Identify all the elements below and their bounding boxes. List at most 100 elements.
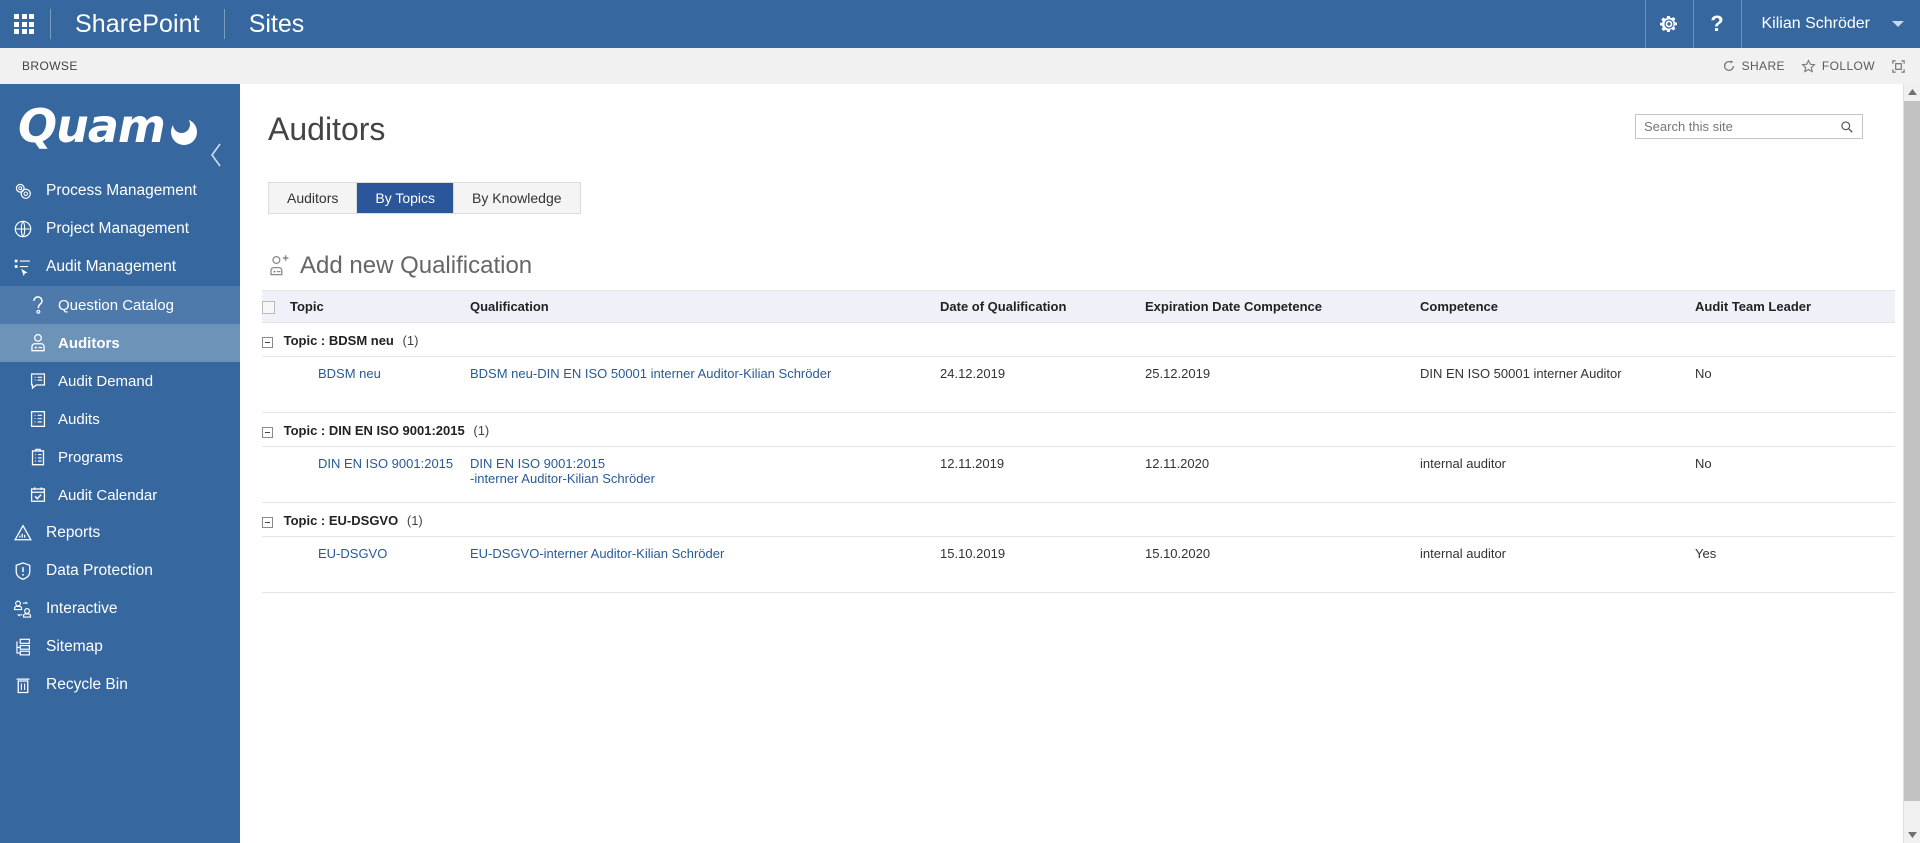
tab-by-topics[interactable]: By Topics <box>357 183 455 214</box>
sidebar-item-label: Reports <box>46 524 101 541</box>
sidebar-item-label: Interactive <box>46 600 118 617</box>
qualification-link[interactable]: DIN EN ISO 9001:2015 -interner Auditor-K… <box>470 456 655 486</box>
table-header: Topic Qualification Date of Qualificatio… <box>262 290 1895 324</box>
column-header-date-of-qualification[interactable]: Date of Qualification <box>940 290 1145 324</box>
share-button[interactable]: SHARE <box>1722 59 1785 73</box>
qualification-link[interactable]: BDSM neu-DIN EN ISO 50001 interner Audit… <box>470 366 831 381</box>
search-icon[interactable] <box>1832 120 1862 134</box>
column-header-competence[interactable]: Competence <box>1420 290 1695 324</box>
sidebar-item-reports[interactable]: Reports <box>0 514 240 552</box>
sidebar-item-project-management[interactable]: Project Management <box>0 210 240 248</box>
topic-link[interactable]: DIN EN ISO 9001:2015 <box>318 456 453 471</box>
person-badge-icon <box>18 332 58 354</box>
sidebar-item-question-catalog[interactable]: Question Catalog <box>0 286 240 324</box>
app-launcher-button[interactable] <box>0 0 48 48</box>
group-header-cell: Topic : EU-DSGVO (1) <box>262 502 1895 537</box>
sites-link[interactable]: Sites <box>227 10 327 39</box>
sidebar-item-audits[interactable]: Audits <box>0 400 240 438</box>
group-header-row[interactable]: Topic : EU-DSGVO (1) <box>262 502 1895 537</box>
sidebar-items: Process Management Project Management Au… <box>0 172 240 704</box>
sidebar-item-label: Audit Demand <box>58 372 154 390</box>
minus-box-icon[interactable] <box>262 426 273 438</box>
sidebar-item-label: Programs <box>58 448 124 466</box>
suite-bar: SharePoint Sites ? Kilian Schröder <box>0 0 1920 48</box>
scroll-up-arrow-icon[interactable] <box>1904 84 1920 101</box>
cell-audit-team-leader: Yes <box>1695 536 1895 594</box>
column-header-topic[interactable]: Topic <box>290 290 470 324</box>
sidebar-item-data-protection[interactable]: Data Protection <box>0 552 240 590</box>
scrollbar-thumb[interactable] <box>1904 101 1920 801</box>
group-header-row[interactable]: Topic : BDSM neu (1) <box>262 322 1895 357</box>
tab-browse[interactable]: BROWSE <box>0 59 78 73</box>
suite-divider-2 <box>223 9 225 39</box>
table-row[interactable]: BDSM neu BDSM neu-DIN EN ISO 50001 inter… <box>262 356 1895 414</box>
column-header-audit-team-leader[interactable]: Audit Team Leader <box>1695 290 1895 324</box>
sidebar-item-audit-calendar[interactable]: Audit Calendar <box>0 476 240 514</box>
table-row[interactable]: DIN EN ISO 9001:2015 DIN EN ISO 9001:201… <box>262 446 1895 504</box>
topic-link[interactable]: BDSM neu <box>318 366 381 381</box>
focus-on-content-icon <box>1892 59 1905 73</box>
row-checkbox-cell[interactable] <box>262 356 290 414</box>
column-header-qualification[interactable]: Qualification <box>470 290 940 324</box>
cell-competence: DIN EN ISO 50001 interner Auditor <box>1420 356 1695 414</box>
sidebar-item-auditors[interactable]: Auditors <box>0 324 240 362</box>
table-row[interactable]: EU-DSGVO EU-DSGVO-interner Auditor-Kilia… <box>262 536 1895 594</box>
topic-link[interactable]: EU-DSGVO <box>318 546 387 561</box>
minus-box-icon[interactable] <box>262 516 273 528</box>
sidebar-item-label: Question Catalog <box>58 296 174 314</box>
cell-date-of-qualification: 15.10.2019 <box>940 536 1145 594</box>
search-box[interactable] <box>1635 114 1863 139</box>
focus-on-content-button[interactable] <box>1891 59 1906 74</box>
chevron-left-icon <box>211 143 221 167</box>
user-menu[interactable]: Kilian Schröder <box>1740 0 1920 48</box>
sidebar-item-recycle-bin[interactable]: Recycle Bin <box>0 666 240 704</box>
sidebar-item-process-management[interactable]: Process Management <box>0 172 240 210</box>
table-body: Topic : BDSM neu (1) BDSM neu BDSM neu-D… <box>262 322 1895 594</box>
checkbox-unchecked-icon[interactable] <box>262 301 275 315</box>
page-scrollbar[interactable] <box>1903 84 1920 843</box>
row-checkbox-cell[interactable] <box>262 446 290 504</box>
gear-icon <box>1660 16 1677 32</box>
sidebar-item-audit-management[interactable]: Audit Management <box>0 248 240 286</box>
cell-competence: internal auditor <box>1420 536 1695 594</box>
qualifications-table-wrapper: Topic Qualification Date of Qualificatio… <box>240 290 1905 594</box>
sidebar-item-label: Audit Management <box>46 258 177 275</box>
cell-expiration-date: 12.11.2020 <box>1145 446 1420 504</box>
scroll-down-arrow-icon[interactable] <box>1904 826 1920 843</box>
cell-expiration-date: 15.10.2020 <box>1145 536 1420 594</box>
cell-topic: BDSM neu <box>290 356 470 414</box>
add-new-qualification-button[interactable]: Add new Qualification <box>268 252 1905 280</box>
group-count: (1) <box>406 513 423 529</box>
quam-circle-mark-icon <box>170 116 201 149</box>
sharepoint-brand[interactable]: SharePoint <box>53 10 222 39</box>
minus-box-icon[interactable] <box>262 336 273 348</box>
tab-auditors[interactable]: Auditors <box>269 183 358 214</box>
app-launcher-icon <box>14 14 34 34</box>
follow-button[interactable]: FOLLOW <box>1801 58 1875 74</box>
settings-button[interactable] <box>1644 0 1693 48</box>
sidebar-collapse-button[interactable] <box>202 140 232 170</box>
people-exchange-icon <box>0 598 46 620</box>
sidebar-item-audit-demand[interactable]: Audit Demand <box>0 362 240 400</box>
user-name: Kilian Schröder <box>1761 15 1871 32</box>
list-speech-icon <box>18 370 58 392</box>
column-header-expiration-date-competence[interactable]: Expiration Date Competence <box>1145 290 1420 324</box>
tab-by-knowledge[interactable]: By Knowledge <box>454 183 580 214</box>
sidebar-item-sitemap[interactable]: Sitemap <box>0 628 240 666</box>
audit-list-cursor-icon <box>0 256 46 278</box>
sidebar-item-programs[interactable]: Programs <box>0 438 240 476</box>
sidebar-item-label: Data Protection <box>46 562 153 579</box>
sidebar-item-interactive[interactable]: Interactive <box>0 590 240 628</box>
globe-folder-icon <box>0 218 46 240</box>
qualification-link[interactable]: EU-DSGVO-interner Auditor-Kilian Schröde… <box>470 546 724 561</box>
suite-divider-1 <box>50 9 51 39</box>
left-navigation: Quam Process Management Project Manageme… <box>0 84 240 843</box>
quam-logo-text: Quam <box>18 99 166 153</box>
sidebar-item-label: Recycle Bin <box>46 676 128 693</box>
cell-audit-team-leader: No <box>1695 356 1895 414</box>
search-input[interactable] <box>1636 118 1832 135</box>
row-checkbox-cell[interactable] <box>262 536 290 594</box>
calendar-check-icon <box>18 484 58 506</box>
group-header-row[interactable]: Topic : DIN EN ISO 9001:2015 (1) <box>262 412 1895 447</box>
help-button[interactable]: ? <box>1692 0 1741 48</box>
